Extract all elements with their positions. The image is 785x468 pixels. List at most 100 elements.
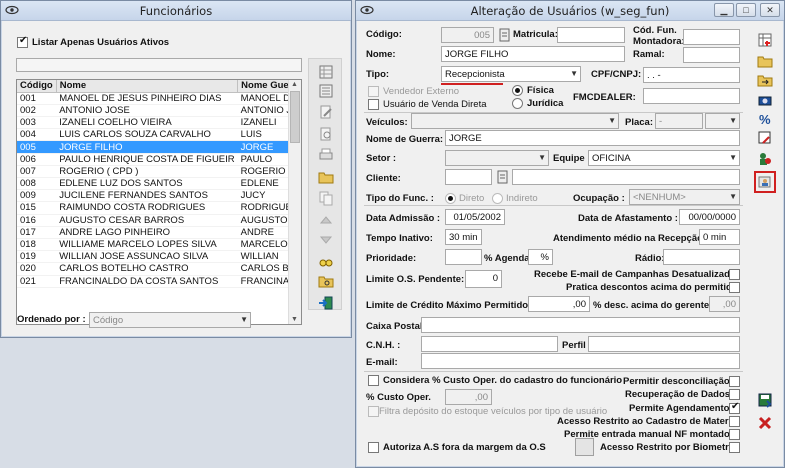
prioridade-field[interactable] <box>445 249 482 265</box>
arrow-down-icon[interactable] <box>317 231 335 249</box>
nome-guerra-field[interactable]: JORGE <box>445 130 740 146</box>
table-row[interactable]: 005 JORGE FILHO JORGE <box>17 140 301 154</box>
email-field[interactable] <box>421 353 740 369</box>
limite-credito-field[interactable]: ,00 <box>528 296 590 312</box>
folder-arrow-icon[interactable] <box>756 71 774 89</box>
table-row[interactable]: 020CARLOS BOTELHO CASTROCARLOS BOTEL <box>17 262 301 276</box>
placa-suffix-select[interactable]: ▼ <box>705 113 740 129</box>
grid-vertical-scrollbar[interactable]: ▲ ▼ <box>288 80 301 324</box>
recuperacao-checkbox[interactable] <box>729 389 740 400</box>
permite-agendamento-checkbox[interactable] <box>729 401 740 414</box>
table-row[interactable]: 017 ANDRE LAGO PINHEIRO ANDRE <box>17 226 301 239</box>
employees-grid[interactable]: Código Nome Nome Guerra 001 MANOEL DE JES… <box>16 79 302 325</box>
codigo-field[interactable]: 005 <box>441 27 494 43</box>
grid-view-icon[interactable] <box>317 63 335 81</box>
ramal-field[interactable] <box>683 47 740 63</box>
employees-title-bar[interactable]: Funcionários <box>1 1 351 21</box>
pct-desc-field[interactable]: ,00 <box>709 296 740 312</box>
scroll-down-arrow[interactable]: ▼ <box>291 316 298 323</box>
montadora-field[interactable] <box>683 29 740 45</box>
table-row[interactable]: 007 ROGERIO ( CPD ) ROGERIO <box>17 165 301 179</box>
table-row[interactable]: 019 WILLIAN JOSE ASSUNCAO SILVA WILLIAN <box>17 250 301 264</box>
search-strip[interactable] <box>16 58 302 72</box>
veiculos-select[interactable]: ▼ <box>411 113 619 129</box>
table-row[interactable]: 002ANTONIO JOSEANTONIO JOSE <box>17 104 301 118</box>
biometria-button[interactable] <box>575 438 594 456</box>
find-binoculars-icon[interactable] <box>317 252 335 270</box>
indireto-radio[interactable] <box>492 193 503 204</box>
equipe-select[interactable]: OFICINA ▼ <box>588 150 740 166</box>
only-active-checkbox[interactable] <box>17 35 28 48</box>
vendedor-externo-checkbox[interactable] <box>368 86 379 97</box>
table-row[interactable]: 015 RAIMUNDO COSTA RODRIGUES RODRIGUES <box>17 201 301 215</box>
open-folder-icon[interactable] <box>756 52 774 70</box>
table-row[interactable]: 016 AUGUSTO CESAR BARROS AUGUSTO <box>17 214 301 227</box>
list-view-icon[interactable] <box>317 82 335 100</box>
column-header-nome[interactable]: Nome <box>56 80 239 93</box>
recebe-email-checkbox[interactable] <box>729 269 740 280</box>
table-row[interactable]: 003 IZANELI COELHO VIEIRA IZANELI <box>17 116 301 130</box>
table-row[interactable]: 018 WILLIAME MARCELO LOPES SILVA MARCELO <box>17 238 301 252</box>
scroll-thumb[interactable] <box>290 91 300 143</box>
cliente-lookup-icon[interactable] <box>494 168 512 186</box>
cpf-field[interactable]: . . - <box>643 67 740 83</box>
save-icon[interactable] <box>756 391 774 409</box>
pct-agenda-field[interactable]: % <box>528 249 553 265</box>
table-row[interactable]: 009 JUCILENE FERNANDES SANTOS JUCY <box>17 189 301 203</box>
nome-field[interactable]: JORGE FILHO <box>441 46 625 62</box>
tipo-select[interactable]: Recepcionista ▼ <box>441 66 581 82</box>
acesso-restrito-checkbox[interactable] <box>729 416 740 427</box>
acesso-biometria-checkbox[interactable] <box>729 442 740 453</box>
pratica-descontos-checkbox[interactable] <box>729 282 740 293</box>
pct-custo-field[interactable]: ,00 <box>445 389 492 405</box>
cancel-icon[interactable] <box>756 414 774 432</box>
permite-nf-checkbox[interactable] <box>729 429 740 440</box>
close-button[interactable]: ✕ <box>760 3 780 17</box>
column-header-codigo[interactable]: Código <box>17 80 57 93</box>
table-row[interactable]: 001 MANOEL DE JESUS PINHEIRO DIAS MANOEL D… <box>17 92 301 105</box>
percent-icon[interactable]: % <box>756 110 774 128</box>
lookup-icon[interactable] <box>496 26 514 44</box>
setor-select[interactable]: ▼ <box>445 150 549 166</box>
add-grid-icon[interactable] <box>756 31 774 49</box>
venda-direta-checkbox[interactable] <box>368 99 379 110</box>
juridica-radio[interactable] <box>512 98 523 109</box>
data-admissao-field[interactable]: 01/05/2002 <box>445 209 505 225</box>
print-icon[interactable] <box>317 146 335 164</box>
tempo-inativo-field[interactable]: 30 min <box>445 229 482 245</box>
placa-select[interactable]: - <box>655 113 703 129</box>
report-icon[interactable] <box>756 129 774 147</box>
caixa-postal-field[interactable] <box>421 317 740 333</box>
user-edit-title-bar[interactable]: Alteração de Usuários (w_seg_fun) ▁ □ ✕ <box>356 1 784 21</box>
data-afastamento-field[interactable]: 00/00/0000 <box>679 209 740 225</box>
cliente-code-field[interactable] <box>445 169 492 185</box>
cnh-field[interactable] <box>421 336 558 352</box>
direto-radio[interactable] <box>445 193 456 204</box>
fisica-radio[interactable] <box>512 85 523 96</box>
arrow-up-icon[interactable] <box>317 211 335 229</box>
radio-field[interactable] <box>663 249 740 265</box>
user-edit-icon[interactable] <box>754 171 776 193</box>
scroll-up-arrow[interactable]: ▲ <box>291 81 298 88</box>
table-row[interactable]: 004 LUIS CARLOS SOUZA CARVALHO LUIS <box>17 128 301 142</box>
camera-icon[interactable] <box>756 91 774 109</box>
search-document-icon[interactable] <box>317 125 335 143</box>
autoriza-checkbox[interactable] <box>368 442 379 453</box>
permitir-desconciliacao-checkbox[interactable] <box>729 376 740 387</box>
edit-document-icon[interactable] <box>317 103 335 121</box>
maximize-button[interactable]: □ <box>736 3 756 17</box>
order-by-select[interactable]: Código ▼ <box>89 312 251 328</box>
cliente-name-field[interactable] <box>512 169 740 185</box>
limite-os-field[interactable]: 0 <box>465 270 502 288</box>
filtra-checkbox[interactable] <box>368 406 379 417</box>
copy-icon[interactable] <box>317 189 335 207</box>
matricula-field[interactable] <box>557 27 625 43</box>
exit-door-icon[interactable] <box>317 294 335 312</box>
table-row[interactable]: 006 PAULO HENRIQUE COSTA DE FIGUEIR PAULO <box>17 153 301 166</box>
table-row[interactable]: 008 EDLENE LUZ DOS SANTOS EDLENE <box>17 177 301 191</box>
perfil-field[interactable] <box>588 336 740 352</box>
open-folder-icon[interactable] <box>317 168 335 186</box>
atendimento-field[interactable]: 0 min <box>699 229 740 245</box>
considera-checkbox[interactable] <box>368 375 379 386</box>
folder-search-icon[interactable] <box>317 272 335 290</box>
